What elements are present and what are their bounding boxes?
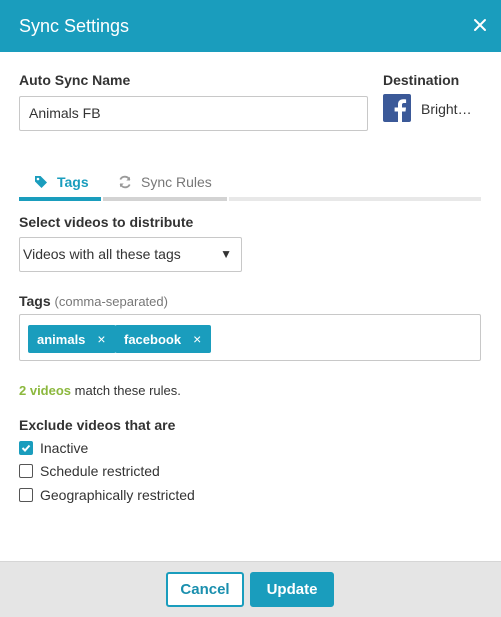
exclude-schedule-label: Schedule restricted (40, 463, 160, 479)
tag-chip-label: animals (37, 331, 86, 347)
refresh-icon (118, 175, 132, 189)
dialog-title: Sync Settings (19, 16, 130, 36)
dialog-footer: Cancel Update (0, 561, 501, 617)
tabs-remainder (229, 197, 481, 201)
select-videos-label: Select videos to distribute (19, 214, 194, 230)
checkbox-checked-icon[interactable] (19, 441, 33, 455)
select-value: Videos with all these tags (23, 246, 181, 262)
tab-tags-label: Tags (57, 174, 89, 190)
remove-tag-icon[interactable]: × (193, 331, 201, 347)
tag-icon (34, 175, 48, 189)
tab-sync-rules-label: Sync Rules (141, 174, 212, 190)
tag-chip: animals × (28, 325, 116, 353)
tags-label: Tags (19, 293, 51, 309)
exclude-geo-option[interactable]: Geographically restricted (19, 487, 195, 503)
tag-chip-label: facebook (124, 331, 182, 347)
tab-tags-indicator (19, 197, 101, 201)
exclude-inactive-label: Inactive (40, 440, 89, 456)
tab-tags[interactable]: Tags (34, 172, 89, 192)
destination-label: Destination (383, 72, 460, 88)
checkbox-icon[interactable] (19, 464, 33, 478)
auto-sync-name-input[interactable]: Animals FB (19, 96, 368, 131)
dialog-header: Sync Settings (0, 0, 501, 52)
tab-sync-rules[interactable]: Sync Rules (118, 172, 212, 192)
tags-hint: (comma-separated) (54, 294, 168, 309)
select-arrow-icon: ▼ (220, 247, 232, 261)
exclude-geo-label: Geographically restricted (40, 487, 195, 503)
remove-tag-icon[interactable]: × (97, 331, 105, 347)
match-count: 2 videos (19, 383, 72, 398)
match-summary: 2 videos match these rules. (19, 383, 181, 398)
exclude-schedule-option[interactable]: Schedule restricted (19, 463, 160, 479)
cancel-button[interactable]: Cancel (166, 572, 244, 607)
destination-name: Bright… (421, 101, 472, 117)
tags-label-row: Tags (comma-separated) (19, 293, 168, 309)
tab-sync-rules-indicator (103, 197, 227, 201)
tag-chip: facebook × (115, 325, 212, 353)
close-icon[interactable] (469, 14, 491, 36)
facebook-icon (383, 94, 411, 122)
update-button[interactable]: Update (250, 572, 334, 607)
exclude-label: Exclude videos that are (19, 417, 176, 433)
match-text: match these rules. (71, 383, 181, 398)
exclude-inactive-option[interactable]: Inactive (19, 440, 88, 456)
videos-distribution-select[interactable]: Videos with all these tags ▼ (19, 237, 242, 272)
tabs-underline (19, 197, 481, 201)
auto-sync-name-label: Auto Sync Name (19, 72, 131, 88)
tags-input[interactable]: animals × facebook × (19, 314, 481, 361)
checkbox-icon[interactable] (19, 488, 33, 502)
